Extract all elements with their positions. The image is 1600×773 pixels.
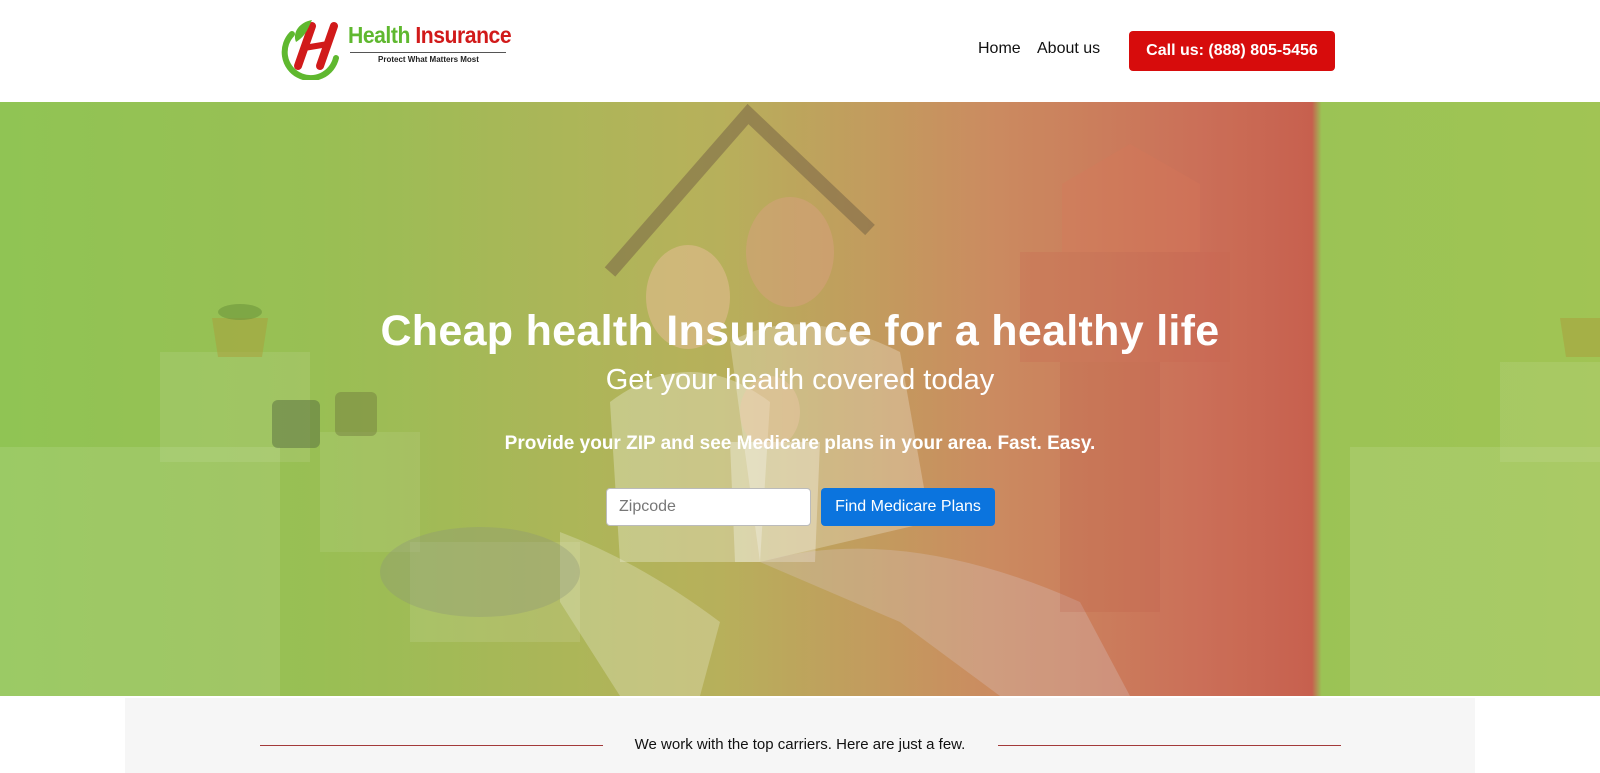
health-insurance-h-logo-icon xyxy=(281,20,339,80)
logo-tagline: Protect What Matters Most xyxy=(378,55,479,64)
hero-title: Cheap health Insurance for a healthy lif… xyxy=(380,307,1220,355)
hero-subtitle: Get your health covered today xyxy=(605,364,995,396)
nav-home-link[interactable]: Home xyxy=(978,40,1021,58)
family-under-cardboard-roof-photo xyxy=(0,102,1600,696)
hero-section: Cheap health Insurance for a healthy lif… xyxy=(0,102,1600,696)
hero-description: Provide your ZIP and see Medicare plans … xyxy=(504,433,1096,454)
site-logo[interactable]: Health Insurance Protect What Matters Mo… xyxy=(278,14,518,80)
logo-title: Health Insurance xyxy=(348,22,512,48)
zipcode-input[interactable] xyxy=(606,488,811,526)
logo-divider xyxy=(350,52,506,53)
find-medicare-plans-button[interactable]: Find Medicare Plans xyxy=(821,488,995,526)
site-header: Health Insurance Protect What Matters Mo… xyxy=(0,0,1600,100)
nav-about-link[interactable]: About us xyxy=(1037,40,1100,58)
call-us-button[interactable]: Call us: (888) 805-5456 xyxy=(1129,31,1335,71)
divider-line-right xyxy=(998,745,1341,746)
carriers-section: We work with the top carriers. Here are … xyxy=(125,698,1475,773)
